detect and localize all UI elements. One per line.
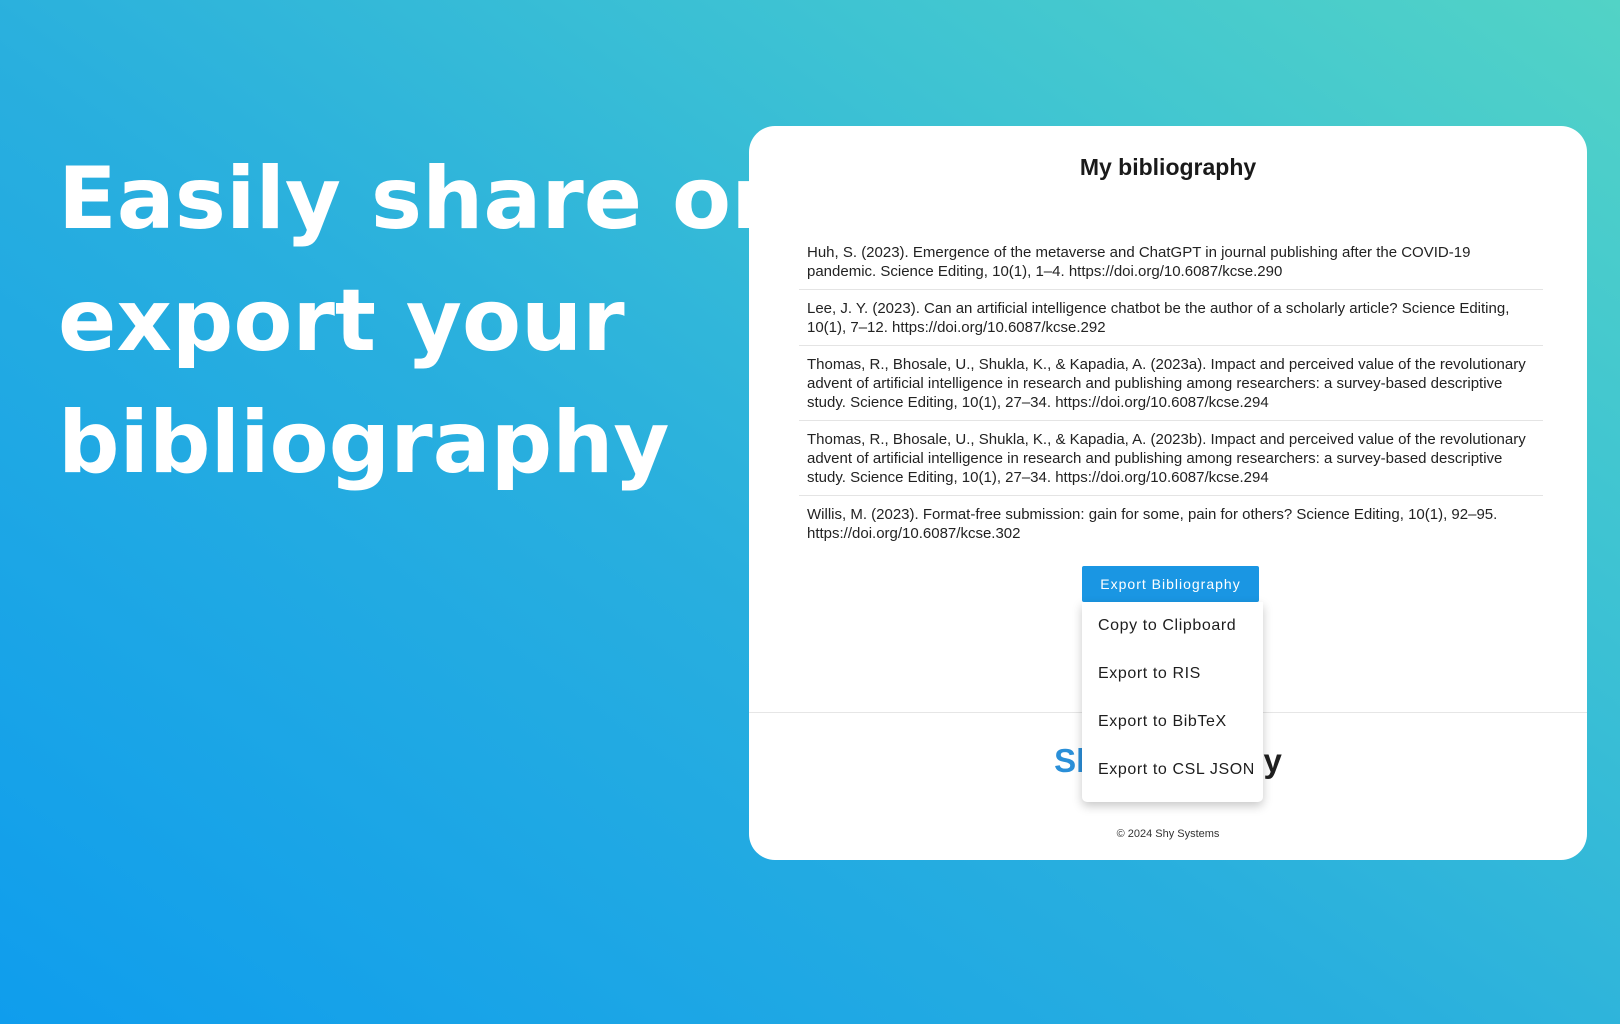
hero-headline-line-2: export your bbox=[58, 271, 625, 371]
bibliography-card: My bibliography Huh, S. (2023). Emergenc… bbox=[749, 126, 1587, 860]
export-bibliography-button[interactable]: Export Bibliography bbox=[1082, 566, 1259, 602]
export-control: Export Bibliography Copy to Clipboard Ex… bbox=[1082, 566, 1263, 802]
menu-item-export-csl-json[interactable]: Export to CSL JSON bbox=[1082, 750, 1263, 798]
hero-headline-line-1: Easily share or bbox=[58, 149, 774, 249]
bibliography-entry: Lee, J. Y. (2023). Can an artificial int… bbox=[799, 290, 1543, 346]
export-dropdown-menu: Copy to Clipboard Export to RIS Export t… bbox=[1082, 602, 1263, 802]
bibliography-entry: Thomas, R., Bhosale, U., Shukla, K., & K… bbox=[799, 346, 1543, 421]
hero-headline-line-3: bibliography bbox=[58, 393, 670, 493]
hero-headline: Easily share or export your bibliography bbox=[58, 138, 774, 504]
bibliography-title: My bibliography bbox=[1079, 154, 1257, 180]
bibliography-entry: Thomas, R., Bhosale, U., Shukla, K., & K… bbox=[799, 421, 1543, 496]
copyright-text: © 2024 Shy Systems bbox=[1116, 828, 1220, 840]
menu-item-export-bibtex[interactable]: Export to BibTeX bbox=[1082, 702, 1263, 750]
bibliography-entry: Willis, M. (2023). Format-free submissio… bbox=[807, 506, 1498, 542]
bibliography-list: Huh, S. (2023). Emergence of the metaver… bbox=[799, 234, 1543, 551]
bibliography-entry: Huh, S. (2023). Emergence of the metaver… bbox=[799, 234, 1543, 290]
menu-item-copy-to-clipboard[interactable]: Copy to Clipboard bbox=[1082, 606, 1263, 654]
menu-item-export-ris[interactable]: Export to RIS bbox=[1082, 654, 1263, 702]
